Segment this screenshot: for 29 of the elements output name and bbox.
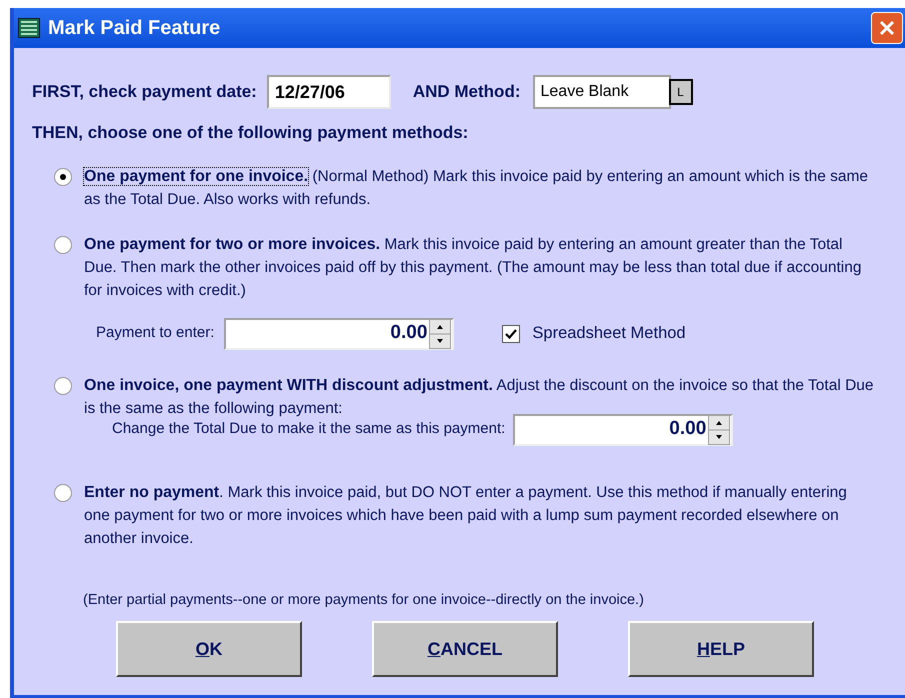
payment-label: Payment to enter: <box>96 323 214 344</box>
option-description: Enter no payment. Mark this invoice paid, but DO NOT enter a payment. Use this method if manually entering one payment for two or more invoices which have been paid with a lump sum payment recorded elsewhere on another invoice. <box>84 482 848 548</box>
note-text: (Enter partial payments--one or more payments for one invoice--directly on the invoice.) <box>82 590 645 610</box>
radio-button[interactable] <box>54 484 72 502</box>
option-description: One payment for two or more invoices. Mark this invoice paid by entering an amount greater than the Total Due. Then mark the other invoices paid off by this payment. (The amount may be less than total due if accounting for invoices with credit.) <box>84 234 862 300</box>
method-field[interactable]: Leave Blank <box>532 75 670 109</box>
lookup-button[interactable]: L <box>668 79 692 105</box>
checkbox-label: Spreadsheet Method <box>532 323 686 344</box>
payment-field[interactable]: 0.00 <box>224 318 454 350</box>
spinner-arrows-icon[interactable] <box>708 414 730 444</box>
app-icon <box>18 18 40 38</box>
dialog-button[interactable]: HELP <box>628 621 814 678</box>
checkbox[interactable] <box>502 324 520 342</box>
radio-button[interactable] <box>54 168 72 186</box>
close-button[interactable] <box>871 12 903 44</box>
close-icon <box>878 19 896 37</box>
payment-date-field[interactable]: 12/27/06 <box>266 75 391 109</box>
spinner-arrows-icon[interactable] <box>429 318 452 348</box>
radio-button[interactable] <box>54 236 72 254</box>
payment-date-label: FIRST, check payment date: <box>32 81 257 104</box>
window-title: Mark Paid Feature <box>48 16 222 41</box>
option-description: One payment for one invoice. (Normal Method) Mark this invoice paid by entering an amount which is the same as the Total Due. Also works with refunds. <box>84 166 870 210</box>
dialog-button[interactable]: OK <box>116 621 302 678</box>
method-label: AND Method: <box>412 81 520 104</box>
instructions-text: THEN, choose one of the following payment methods: <box>31 122 470 144</box>
dialog-button[interactable]: CANCEL <box>372 621 558 678</box>
radio-button[interactable] <box>54 376 72 394</box>
change-total-label: Change the Total Due to make it the same as this payment: <box>112 419 506 440</box>
change-total-field[interactable]: 0.00 <box>513 414 734 446</box>
